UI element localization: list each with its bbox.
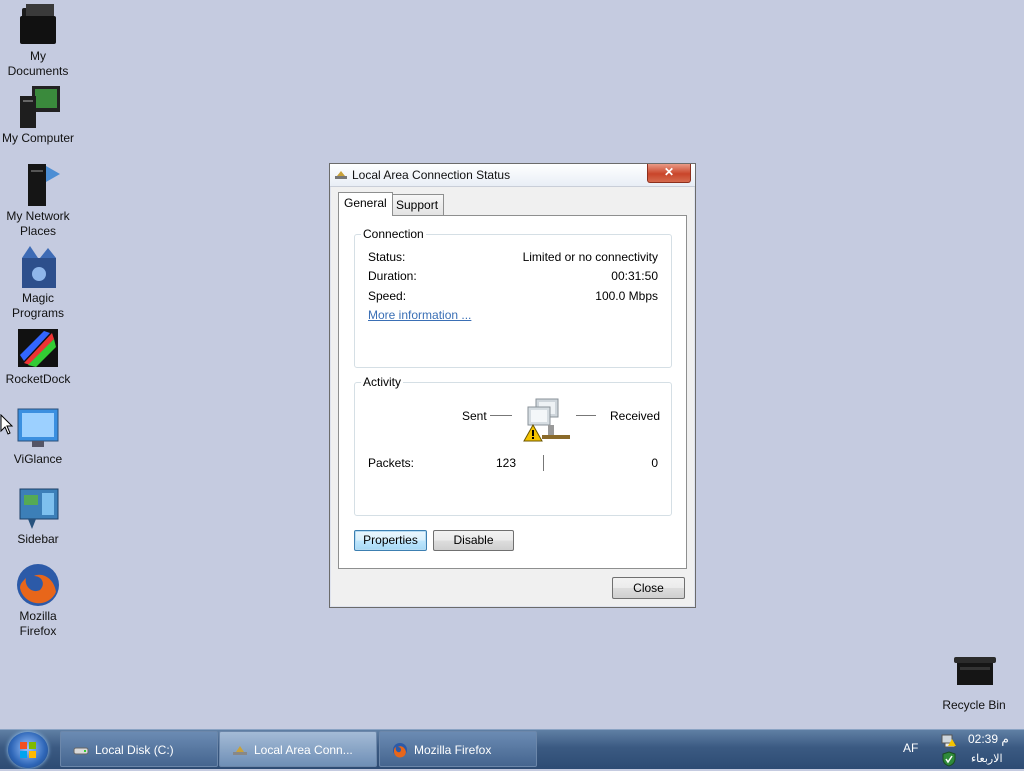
desktop-icon-mozilla-firefox[interactable]: Mozilla Firefox xyxy=(0,562,76,639)
drive-icon xyxy=(73,747,89,755)
speed-value: 100.0 Mbps xyxy=(595,289,658,303)
activity-group-title: Activity xyxy=(361,375,404,389)
activity-group: Activity Sent Received Packets: 123 0 xyxy=(354,375,672,516)
security-shield-tray-icon[interactable] xyxy=(941,751,957,767)
disable-button[interactable]: Disable xyxy=(433,530,514,551)
desktop-icon-label: My Network Places xyxy=(6,209,70,238)
desktop-icon-sidebar[interactable]: Sidebar xyxy=(0,485,76,547)
packets-sent-value: 123 xyxy=(496,456,517,470)
desktop-icon-rocketdock[interactable]: RocketDock xyxy=(0,325,76,387)
network-connection-icon xyxy=(335,171,347,179)
clock-day: الاربعاء xyxy=(971,753,1003,765)
desktop-icon-label: Sidebar xyxy=(17,532,59,546)
desktop-icon-label: RocketDock xyxy=(5,372,71,386)
sidebar-icon xyxy=(14,485,62,531)
language-indicator[interactable]: AF xyxy=(903,741,918,755)
packets-divider xyxy=(543,455,544,471)
desktop-icon-my-network-places[interactable]: My Network Places xyxy=(0,162,76,239)
network-tray-icon[interactable] xyxy=(941,733,957,749)
tab-label: Support xyxy=(396,198,439,212)
network-activity-icon xyxy=(523,398,570,442)
computer-icon xyxy=(14,84,62,130)
taskbar-item-firefox[interactable]: Mozilla Firefox xyxy=(379,731,537,767)
received-label: Received xyxy=(610,409,661,423)
windows-logo-icon xyxy=(20,742,36,758)
dialog-title: Local Area Connection Status xyxy=(352,168,511,182)
properties-button[interactable]: Properties xyxy=(354,530,427,551)
packets-received-value: 0 xyxy=(651,456,658,470)
rocketdock-icon xyxy=(14,325,62,371)
connection-status-dialog: Local Area Connection Status ✕ General S… xyxy=(329,163,696,608)
desktop-icon-label: Recycle Bin xyxy=(942,698,1006,712)
duration-value: 00:31:50 xyxy=(611,269,658,283)
received-line xyxy=(576,415,596,416)
taskbar-item-local-disk[interactable]: Local Disk (C:) xyxy=(60,731,218,767)
tab-label: General xyxy=(344,196,387,210)
taskbar-item-label: Local Disk (C:) xyxy=(95,743,174,757)
taskbar-item-label: Local Area Conn... xyxy=(254,743,353,757)
speed-label: Speed: xyxy=(368,289,407,303)
recycle-bin-icon xyxy=(950,651,998,697)
mouse-cursor-icon xyxy=(0,414,14,435)
desktop-icon-recycle-bin[interactable]: Recycle Bin xyxy=(936,651,1012,713)
more-information-link[interactable]: More information ... xyxy=(368,308,471,322)
tab-support[interactable]: Support xyxy=(390,194,445,215)
network-icon xyxy=(233,746,247,755)
clock-time[interactable]: 02:39 م xyxy=(968,732,1009,746)
tab-general[interactable]: General xyxy=(338,192,393,216)
desktop-icon-label: My Computer xyxy=(1,131,75,145)
firefox-icon xyxy=(393,743,407,758)
desktop-icon-my-computer[interactable]: My Computer xyxy=(0,84,76,146)
status-value: Limited or no connectivity xyxy=(522,250,658,264)
desktop-icon-my-documents[interactable]: My Documents xyxy=(0,2,76,79)
general-tab-panel: Connection Status: Limited or no connect… xyxy=(338,215,687,569)
sent-line xyxy=(490,415,512,416)
connection-group: Connection Status: Limited or no connect… xyxy=(354,227,672,368)
taskbar-item-label: Mozilla Firefox xyxy=(414,743,492,757)
desktop-icon-magic-programs[interactable]: Magic Programs xyxy=(0,244,76,321)
network-places-icon xyxy=(14,162,62,208)
desktop-icon-label: Magic Programs xyxy=(11,291,64,320)
status-label: Status: xyxy=(368,250,406,264)
connection-group-title: Connection xyxy=(361,227,426,241)
firefox-icon xyxy=(14,562,62,608)
desktop-icon-label: ViGlance xyxy=(13,452,63,466)
magic-programs-icon xyxy=(14,244,62,290)
close-button[interactable]: Close xyxy=(612,577,685,599)
desktop-icon-label: My Documents xyxy=(7,49,69,78)
taskbar-item-local-area-connection[interactable]: Local Area Conn... xyxy=(219,731,377,767)
viglance-icon xyxy=(14,405,62,451)
sent-label: Sent xyxy=(462,409,487,423)
documents-folder-icon xyxy=(14,2,62,48)
packets-label: Packets: xyxy=(368,456,415,470)
title-bar[interactable]: Local Area Connection Status ✕ xyxy=(330,164,695,187)
start-button[interactable] xyxy=(8,732,48,768)
desktop-icon-label: Mozilla Firefox xyxy=(19,609,57,638)
duration-label: Duration: xyxy=(368,269,417,283)
close-window-button[interactable]: ✕ xyxy=(647,164,691,183)
taskbar: Local Disk (C:) Local Area Conn... Mozil… xyxy=(0,729,1024,769)
